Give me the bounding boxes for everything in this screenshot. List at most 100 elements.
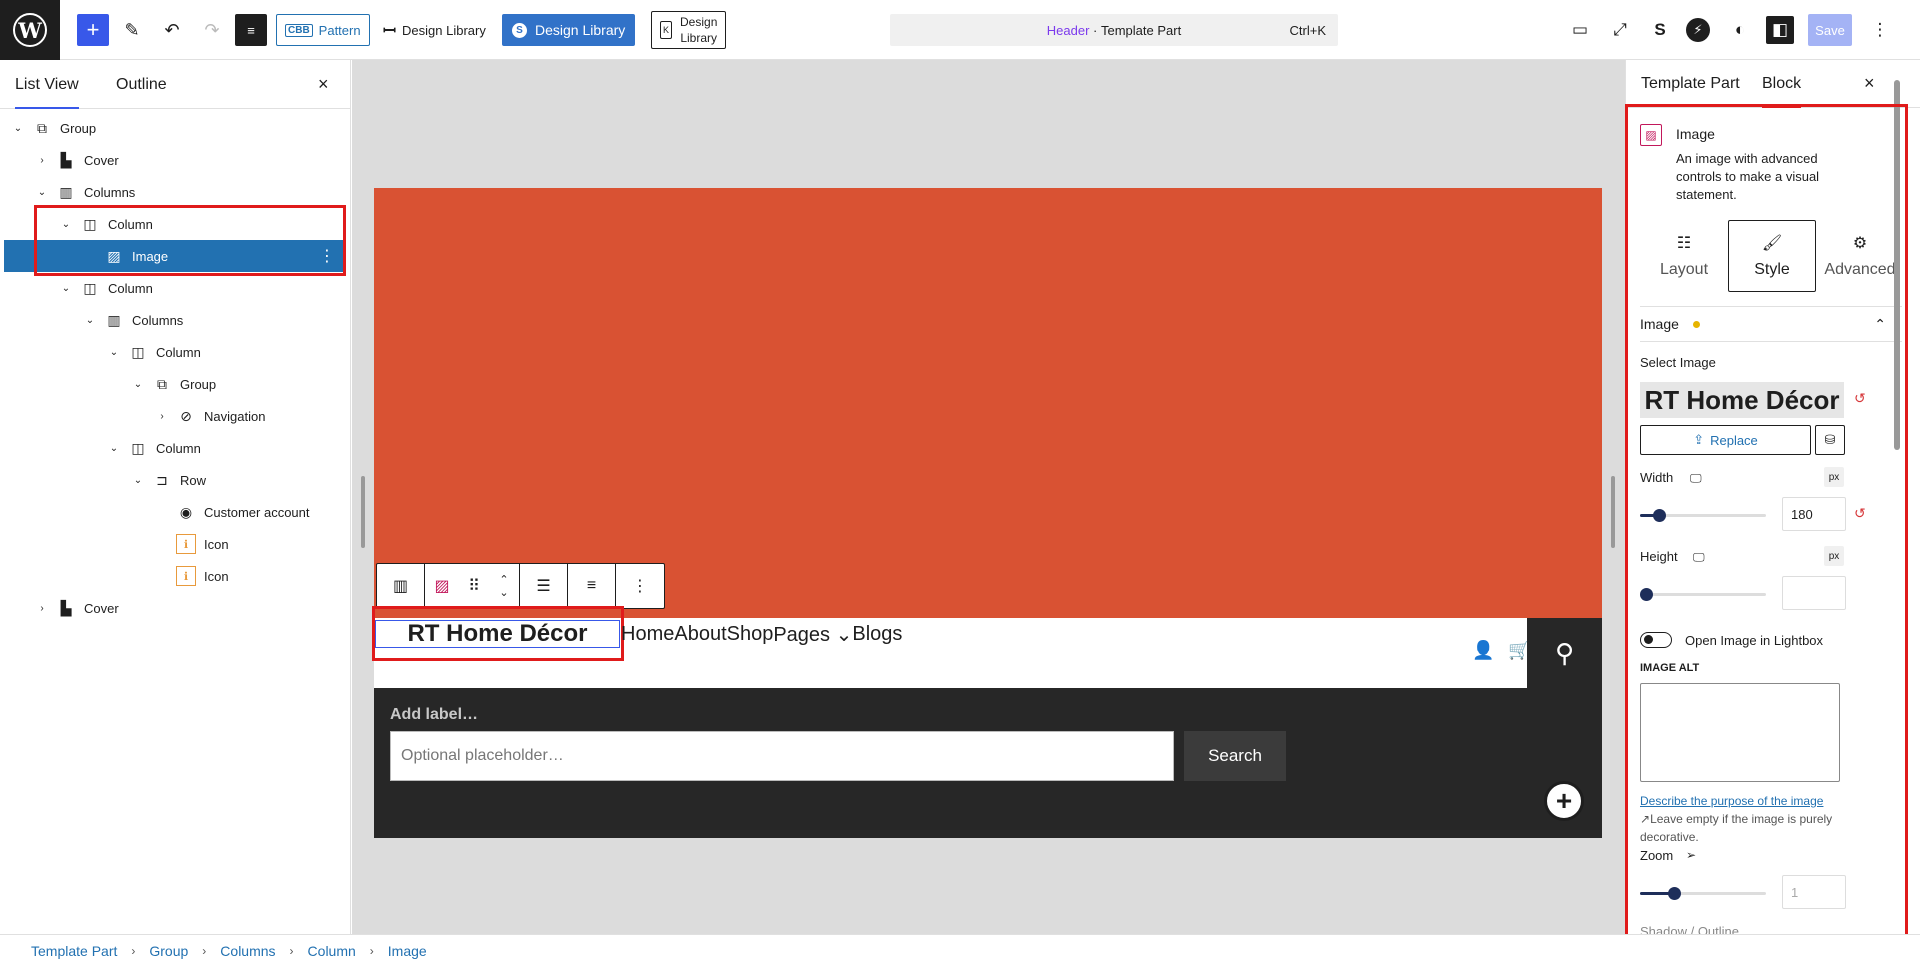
breadcrumb-item[interactable]: Template Part (31, 943, 117, 959)
canvas-resize-handle-right[interactable] (1611, 476, 1615, 548)
list-view-item[interactable]: ⌄ ⊐ Row (4, 464, 345, 496)
save-button[interactable]: Save (1808, 14, 1852, 46)
chevron-down-icon[interactable]: ⌄ (58, 219, 74, 230)
chevron-down-icon[interactable]: ⌄ (82, 315, 98, 326)
bolt-icon[interactable]: ⚡ (1686, 18, 1710, 42)
undo-icon[interactable]: ↶ (156, 12, 188, 48)
list-view-item[interactable]: ⌄ ⧉ Group (4, 368, 345, 400)
list-view-item[interactable]: ⌄ ⧉ Group (4, 112, 345, 144)
device-preview-icon[interactable]: ▭ (1566, 16, 1594, 44)
redo-icon[interactable]: ↷ (196, 12, 228, 48)
next-panel-row[interactable]: Shadow / Outline (1640, 924, 1880, 934)
zoom-slider[interactable] (1640, 887, 1766, 900)
chevron-down-icon[interactable]: ⌄ (130, 475, 146, 486)
chevron-down-icon[interactable]: ⌄ (10, 123, 26, 134)
list-view-item[interactable]: › ▙ Cover (4, 144, 345, 176)
cbb-pattern-button[interactable]: CBB Pattern (276, 14, 370, 46)
tab-block[interactable]: Block (1762, 60, 1802, 108)
chevron-right-icon[interactable]: › (34, 603, 50, 614)
tab-template-part[interactable]: Template Part (1641, 60, 1740, 108)
canvas-resize-handle-left[interactable] (361, 476, 365, 548)
site-logo-image[interactable]: RT Home Décor (375, 620, 620, 648)
breadcrumb-item[interactable]: Column (308, 943, 356, 959)
pointer-icon[interactable]: ➢ (1686, 848, 1696, 862)
nav-item[interactable]: Pages ⌄ (773, 622, 852, 647)
tab-layout[interactable]: ☷ Layout (1640, 220, 1728, 292)
cover-block[interactable] (374, 188, 1602, 618)
list-view-item[interactable]: ⌄ ▥ Columns (4, 176, 345, 208)
parent-column-button[interactable]: ▥ (377, 564, 425, 608)
search-input[interactable]: Optional placeholder… (390, 731, 1174, 781)
zoom-input[interactable]: 1 (1782, 875, 1846, 909)
media-library-icon[interactable]: ⛁ (1815, 425, 1845, 455)
image-block-switcher[interactable]: ▨ (425, 564, 459, 608)
slider-thumb[interactable] (1668, 887, 1682, 900)
replace-button[interactable]: ⇪ Replace (1640, 425, 1811, 455)
breadcrumb-item[interactable]: Group (149, 943, 188, 959)
chevron-down-icon[interactable]: ⌄ (58, 283, 74, 294)
move-up-down-icon[interactable]: ⌃ ⌄ (489, 564, 519, 608)
tab-list-view[interactable]: List View (15, 60, 79, 109)
lightbox-toggle[interactable] (1640, 632, 1672, 648)
slider-thumb[interactable] (1652, 509, 1666, 522)
block-inserter-button[interactable]: + (77, 14, 109, 46)
height-input[interactable] (1782, 576, 1846, 610)
chevron-down-icon[interactable]: ⌄ (130, 379, 146, 390)
drag-handle-icon[interactable]: ⠿ (459, 564, 489, 608)
image-preview[interactable]: RT Home Décor (1640, 382, 1844, 418)
customer-account-icon[interactable]: 👤 (1472, 640, 1494, 661)
document-overview-button[interactable]: ≡ (235, 14, 267, 46)
height-unit[interactable]: px (1824, 546, 1844, 566)
breadcrumb-item[interactable]: Columns (220, 943, 275, 959)
chevron-down-icon[interactable]: ⌄ (106, 347, 122, 358)
list-view-item[interactable]: ▨ Image ⋮ (4, 240, 345, 272)
design-library-button-2[interactable]: S Design Library (502, 14, 636, 46)
chevron-right-icon[interactable]: › (154, 411, 170, 422)
styles-contrast-icon[interactable]: ◐ (1726, 16, 1754, 44)
reset-width-icon[interactable]: ↺ (1854, 505, 1866, 522)
list-view-item[interactable]: ◉ Customer account (4, 496, 345, 528)
slider-thumb[interactable] (1640, 588, 1653, 601)
sidebar-scrollbar[interactable] (1894, 80, 1900, 450)
list-view-item[interactable]: ⌄ ▥ Columns (4, 304, 345, 336)
search-label[interactable]: Add label… (390, 706, 478, 724)
nav-item[interactable]: Blogs (852, 623, 902, 646)
width-input[interactable]: 180 (1782, 497, 1846, 531)
list-view-item[interactable]: ℹ Icon (4, 560, 345, 592)
reset-image-icon[interactable]: ↺ (1854, 390, 1866, 407)
nav-item[interactable]: Home (621, 623, 674, 646)
wordpress-logo-button[interactable]: W (0, 0, 60, 60)
tab-outline[interactable]: Outline (116, 60, 167, 109)
width-slider[interactable] (1640, 509, 1766, 522)
nav-item[interactable]: About (674, 623, 726, 646)
design-library-button-3[interactable]: K Design Library (651, 11, 727, 49)
nav-item[interactable]: Shop (727, 623, 774, 646)
desktop-device-icon[interactable]: 🖵 (1693, 550, 1705, 565)
list-view-item[interactable]: ⌄ ◫ Column (4, 272, 345, 304)
more-options-icon[interactable]: ⋮ (319, 246, 335, 266)
chevron-right-icon[interactable]: › (34, 155, 50, 166)
pencil-tools-icon[interactable]: ✎ (116, 12, 148, 48)
command-palette-button[interactable]: Header · Template Part Ctrl+K (890, 14, 1338, 46)
fullscreen-icon[interactable]: ⤢ (1606, 16, 1634, 44)
close-icon[interactable]: × (318, 74, 329, 95)
close-icon[interactable]: × (1864, 73, 1875, 94)
list-view-item[interactable]: ⌄ ◫ Column (4, 336, 345, 368)
search-icon[interactable]: ⚲ (1527, 618, 1602, 688)
image-panel-toggle[interactable]: Image ⌃ (1640, 306, 1902, 342)
list-view-item[interactable]: ⌄ ◫ Column (4, 208, 345, 240)
list-view-item[interactable]: › ⊘ Navigation (4, 400, 345, 432)
options-menu-icon[interactable]: ⋮ (1866, 16, 1894, 44)
width-unit[interactable]: px (1824, 467, 1844, 487)
add-block-icon[interactable]: + (1544, 781, 1584, 821)
chevron-down-icon[interactable]: ⌄ (34, 187, 50, 198)
design-library-button-1[interactable]: ꟷ Design Library (377, 12, 492, 48)
image-alt-textarea[interactable] (1640, 683, 1840, 782)
tab-advanced[interactable]: ⚙ Advanced (1816, 220, 1904, 292)
align-button[interactable]: ☰ (520, 564, 568, 608)
search-button[interactable]: Search (1184, 731, 1286, 781)
list-view-item[interactable]: › ▙ Cover (4, 592, 345, 624)
settings-sidebar-icon[interactable]: ◧ (1766, 16, 1794, 44)
desktop-device-icon[interactable]: 🖵 (1690, 471, 1702, 486)
list-view-item[interactable]: ℹ Icon (4, 528, 345, 560)
